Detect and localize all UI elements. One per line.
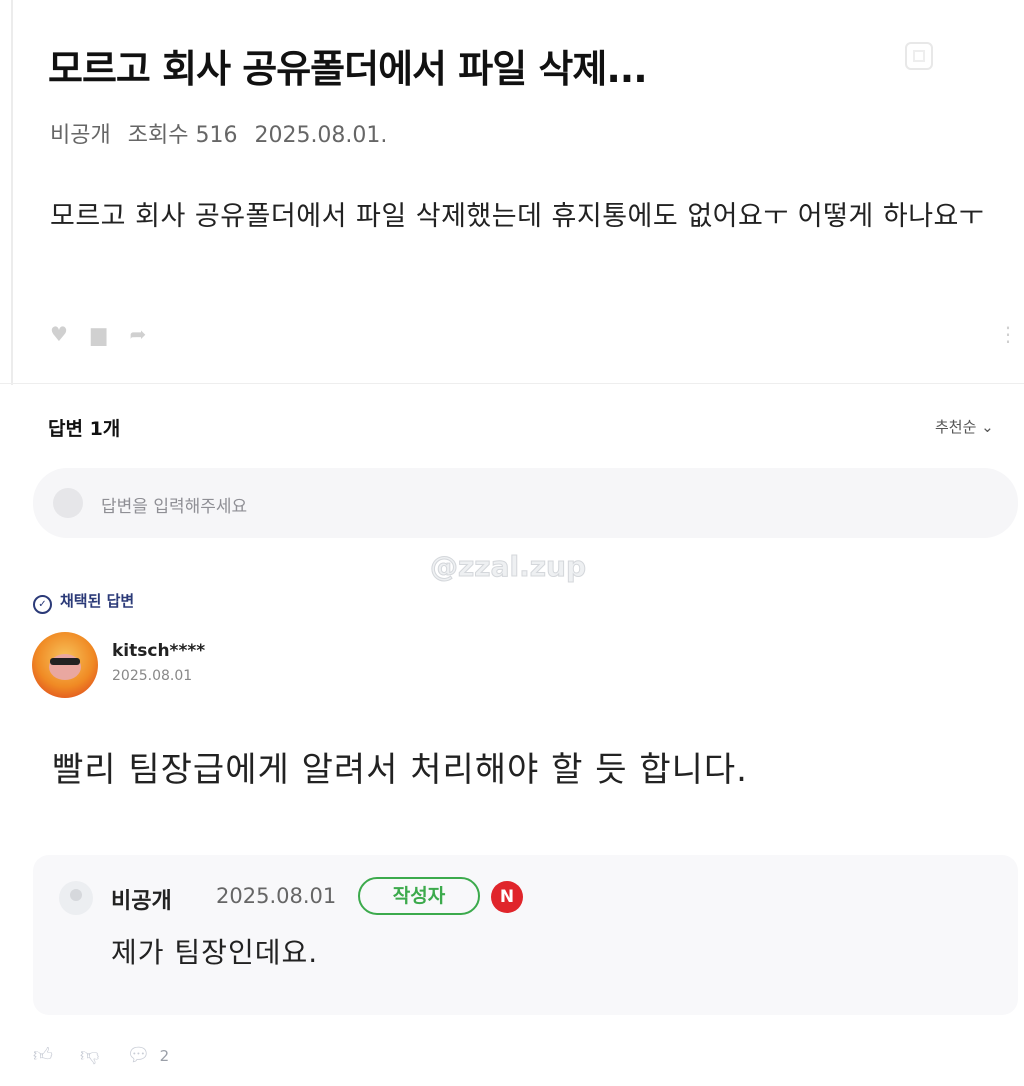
- post-actions: ♥ ▆ ➦: [50, 322, 164, 346]
- new-badge: N: [491, 881, 523, 913]
- comment-icon[interactable]: ▆: [91, 322, 106, 346]
- reply-author: 비공개: [111, 889, 172, 914]
- answer-input-placeholder: 답변을 입력해주세요: [101, 497, 248, 517]
- reply-text: 제가 팀장인데요.: [111, 936, 319, 969]
- accepted-answer-label: 채택된 답변: [60, 592, 135, 610]
- check-circle-icon: ✓: [33, 595, 52, 614]
- answer-text: 빨리 팀장급에게 알려서 처리해야 할 듯 합니다.: [52, 750, 748, 790]
- post-meta: 비공개 조회수 516 2025.08.01.: [50, 117, 397, 149]
- avatar-sunglasses: [50, 658, 80, 665]
- thumbs-up-icon[interactable]: 👍︎: [33, 1044, 53, 1067]
- more-vertical-icon[interactable]: ⋮: [998, 322, 1018, 346]
- thumbs-down-icon[interactable]: 👎︎: [80, 1044, 99, 1067]
- post-title: 모르고 회사 공유폴더에서 파일 삭제...: [48, 47, 648, 91]
- heart-icon[interactable]: ♥: [50, 322, 68, 346]
- answerer-avatar[interactable]: [32, 632, 98, 698]
- reply-date: 2025.08.01: [216, 884, 337, 908]
- post-date: 2025.08.01.: [254, 123, 388, 148]
- left-edge-line: [11, 0, 13, 385]
- post-views: 조회수 516: [127, 123, 238, 148]
- sort-dropdown[interactable]: 추천순 ⌄: [935, 416, 994, 437]
- answerer-username[interactable]: kitsch****: [112, 641, 205, 661]
- answer-date: 2025.08.01: [112, 668, 193, 684]
- share-icon[interactable]: ➦: [130, 322, 147, 346]
- reply-avatar: [59, 881, 93, 915]
- watermark: @zzal.zup: [430, 550, 587, 584]
- post-author: 비공개: [50, 123, 111, 148]
- accepted-answer-badge: ✓ 채택된 답변: [33, 590, 134, 614]
- answer-input[interactable]: 답변을 입력해주세요: [33, 468, 1018, 538]
- comment-icon[interactable]: 💬︎: [126, 1043, 150, 1066]
- avatar: [53, 488, 83, 518]
- author-badge: 작성자: [358, 877, 480, 915]
- reply-comment: 비공개 2025.08.01 작성자 N 제가 팀장인데요.: [33, 855, 1018, 1015]
- comment-count: 2: [159, 1047, 170, 1065]
- post-body: 모르고 회사 공유폴더에서 파일 삭제했는데 휴지통에도 없어요ㅜ 어떻게 하나…: [50, 201, 985, 232]
- answers-count-heading: 답변 1개: [48, 418, 121, 440]
- image-icon[interactable]: [905, 42, 933, 70]
- answer-actions: 👍︎ 👎︎ 💬︎ 2: [33, 1043, 191, 1067]
- divider: [0, 383, 1024, 384]
